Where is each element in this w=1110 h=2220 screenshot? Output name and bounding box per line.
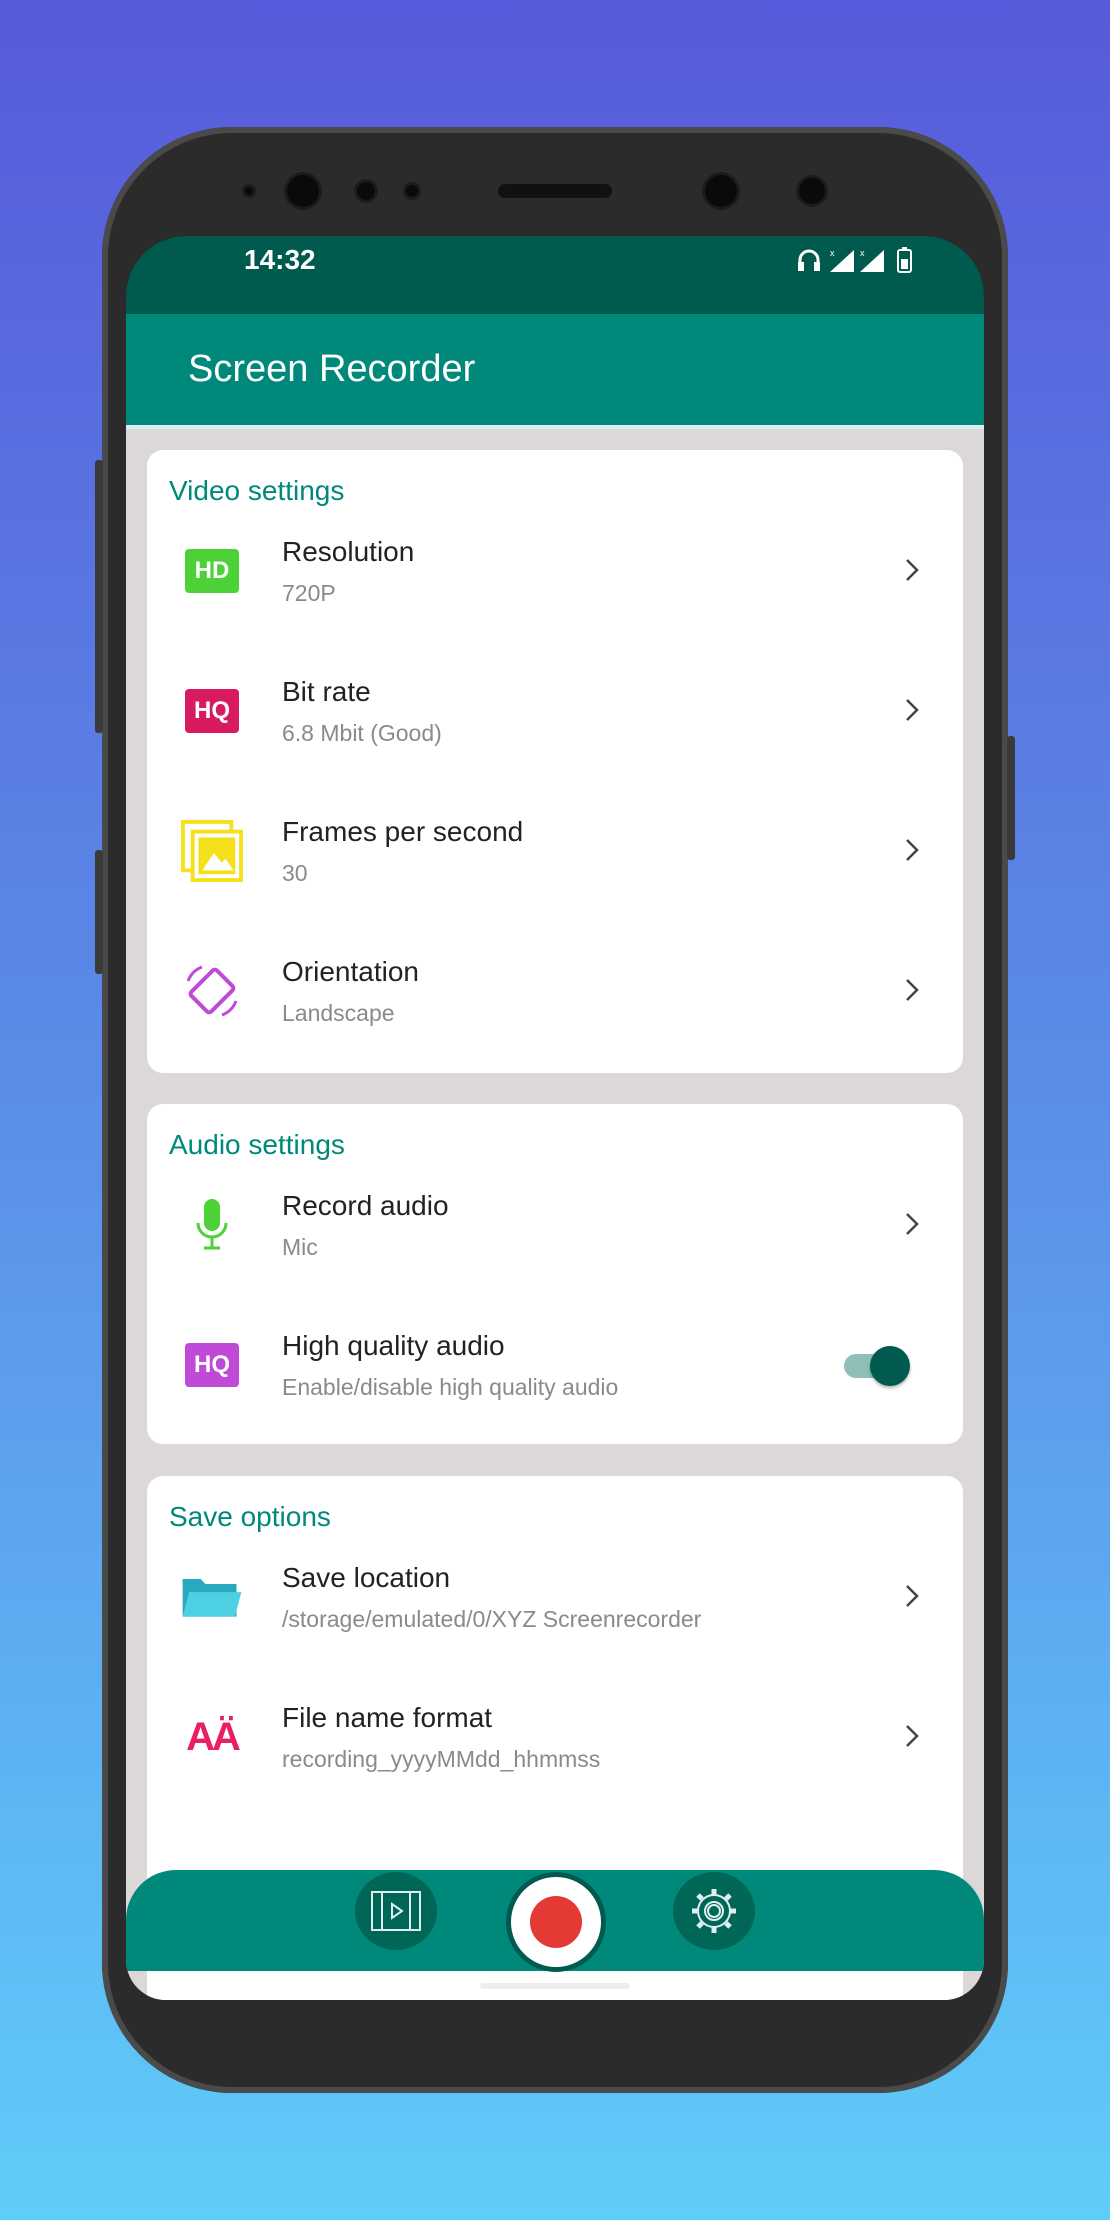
sensor xyxy=(357,182,375,200)
chevron-right-icon xyxy=(906,559,919,581)
font-icon: AÄ xyxy=(186,1714,241,1759)
setting-title: Orientation xyxy=(282,956,419,987)
status-icons: x x xyxy=(798,247,912,273)
headphones-icon xyxy=(798,249,820,271)
speaker xyxy=(498,184,612,198)
signal-icon: x xyxy=(830,248,854,272)
gear-icon xyxy=(692,1889,736,1933)
hq-icon: HQ xyxy=(181,1334,243,1396)
hq-icon: HQ xyxy=(181,680,243,742)
screen: 14:32 x x Screen Recorder Video settings… xyxy=(126,236,984,2000)
section-header: Audio settings xyxy=(169,1129,345,1160)
side-button xyxy=(95,850,103,974)
orientation-setting[interactable]: Orientation Landscape xyxy=(147,940,963,1080)
setting-title: Resolution xyxy=(282,536,415,567)
chevron-right-icon xyxy=(906,1725,919,1747)
folder-icon xyxy=(181,1566,243,1628)
high-quality-audio-toggle[interactable] xyxy=(844,1346,910,1386)
record-button[interactable] xyxy=(506,1872,606,1972)
setting-value: Enable/disable high quality audio xyxy=(282,1374,619,1400)
chevron-right-icon xyxy=(906,1213,919,1235)
setting-value: /storage/emulated/0/XYZ Screenrecorder xyxy=(282,1606,702,1632)
setting-title: Save location xyxy=(282,1562,451,1593)
chevron-right-icon xyxy=(906,1585,919,1607)
chevron-right-icon xyxy=(906,839,919,861)
toggle-thumb xyxy=(870,1346,910,1386)
setting-title: Frames per second xyxy=(282,816,524,847)
settings-list[interactable]: Video settings HD Resolution 720P HQ Bit… xyxy=(126,425,984,2000)
video-library-icon xyxy=(371,1891,421,1931)
setting-title: Record audio xyxy=(282,1190,449,1221)
side-button xyxy=(1007,736,1015,860)
sensor xyxy=(245,187,253,195)
high-quality-audio-setting[interactable]: HQ High quality audio Enable/disable hig… xyxy=(147,1314,963,1454)
microphone-icon xyxy=(181,1194,243,1256)
frames-per-second-setting[interactable]: Frames per second 30 xyxy=(147,800,963,940)
bottom-navigation xyxy=(126,1870,984,1972)
record-icon xyxy=(530,1896,582,1948)
setting-value: 6.8 Mbit (Good) xyxy=(282,720,442,746)
svg-text:x: x xyxy=(830,248,835,258)
videos-button[interactable] xyxy=(355,1872,437,1950)
setting-value: Landscape xyxy=(282,1000,395,1026)
file-name-format-setting[interactable]: AÄ File name format recording_yyyyMMdd_h… xyxy=(147,1686,963,1826)
resolution-setting[interactable]: HD Resolution 720P xyxy=(147,520,963,660)
video-settings-card: Video settings HD Resolution 720P HQ Bit… xyxy=(147,450,963,1073)
section-header: Video settings xyxy=(169,475,345,506)
setting-title: Bit rate xyxy=(282,676,371,707)
settings-button[interactable] xyxy=(673,1872,755,1950)
setting-title: High quality audio xyxy=(282,1330,505,1361)
battery-icon xyxy=(897,247,912,273)
front-camera xyxy=(287,175,319,207)
setting-value: 720P xyxy=(282,580,336,606)
sensor xyxy=(799,178,825,204)
home-indicator[interactable] xyxy=(480,1983,630,1989)
status-bar: 14:32 x x xyxy=(126,236,984,314)
rotate-screen-icon xyxy=(181,960,243,1022)
side-button xyxy=(95,460,103,733)
setting-value: Mic xyxy=(282,1234,318,1260)
chevron-right-icon xyxy=(906,979,919,1001)
status-time: 14:32 xyxy=(244,244,316,275)
front-camera xyxy=(705,175,737,207)
chevron-right-icon xyxy=(906,699,919,721)
audio-settings-card: Audio settings Record audio Mic HQ High … xyxy=(147,1104,963,1444)
bit-rate-setting[interactable]: HQ Bit rate 6.8 Mbit (Good) xyxy=(147,660,963,800)
hd-icon: HD xyxy=(181,540,243,602)
setting-title: File name format xyxy=(282,1702,493,1733)
record-audio-setting[interactable]: Record audio Mic xyxy=(147,1174,963,1314)
svg-text:x: x xyxy=(860,248,865,258)
setting-value: 30 xyxy=(282,860,308,886)
app-bar: Screen Recorder xyxy=(126,314,984,425)
section-header: Save options xyxy=(169,1501,331,1532)
image-frames-icon xyxy=(181,820,243,882)
app-title: Screen Recorder xyxy=(188,348,476,390)
signal-icon: x xyxy=(860,248,884,272)
setting-value: recording_yyyyMMdd_hhmmss xyxy=(282,1746,601,1772)
sensor xyxy=(406,185,418,197)
save-location-setting[interactable]: Save location /storage/emulated/0/XYZ Sc… xyxy=(147,1546,963,1686)
